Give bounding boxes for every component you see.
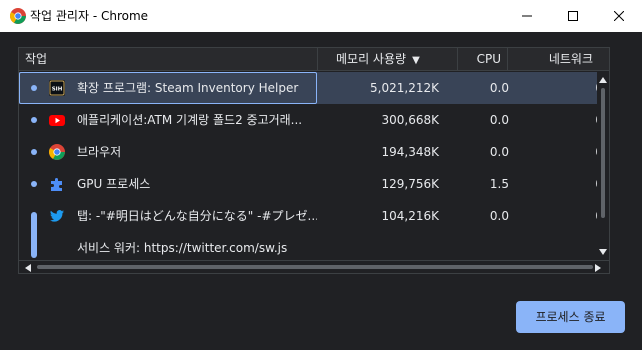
table-row[interactable]: GPU 프로세스 129,756K 1.5 0 bbox=[19, 168, 597, 200]
row-cpu: 0.0 bbox=[489, 113, 509, 127]
svg-text:SIH: SIH bbox=[52, 87, 63, 93]
close-button[interactable] bbox=[596, 0, 642, 32]
maximize-button[interactable] bbox=[550, 0, 596, 32]
scroll-down-icon[interactable] bbox=[597, 246, 609, 258]
close-icon bbox=[614, 11, 624, 21]
table-row[interactable]: 서비스 워커: https://twitter.com/sw.js bbox=[19, 232, 597, 260]
maximize-icon bbox=[568, 11, 578, 21]
row-title: 애플리케이션:ATM 기계랑 폴드2 중고거래... bbox=[77, 113, 303, 127]
puzzle-icon bbox=[51, 178, 62, 191]
end-process-button[interactable]: 프로세스 종료 bbox=[516, 301, 625, 333]
scroll-right-icon[interactable] bbox=[591, 261, 605, 274]
minimize-icon bbox=[522, 15, 532, 17]
row-network: 0 bbox=[507, 200, 597, 232]
table-row[interactable]: 탭: -"#明日はどんな自分になる" -#プレゼ... 104,216K 0.0… bbox=[19, 200, 597, 232]
chrome-logo-icon bbox=[10, 8, 26, 24]
table-header: 작업 메모리 사용량 ▼ CPU 네트워크 bbox=[19, 48, 609, 71]
process-table: 작업 메모리 사용량 ▼ CPU 네트워크 SIH 확장 프로그램: Steam … bbox=[18, 47, 610, 274]
horizontal-scroll-thumb[interactable] bbox=[37, 265, 593, 269]
row-title: 확장 프로그램: Steam Inventory Helper bbox=[77, 81, 299, 95]
process-group-dot bbox=[31, 117, 37, 123]
vertical-scrollbar[interactable] bbox=[597, 72, 609, 260]
row-memory: 194,348K bbox=[381, 145, 440, 159]
process-group-dot bbox=[31, 85, 37, 91]
row-network: 0 bbox=[507, 72, 597, 104]
column-header-task[interactable]: 작업 bbox=[25, 48, 47, 71]
row-memory: 129,756K bbox=[381, 177, 440, 191]
row-network: 0 bbox=[507, 104, 597, 136]
table-row[interactable]: 브라우저 194,348K 0.0 0 bbox=[19, 136, 597, 168]
row-title: 브라우저 bbox=[77, 145, 122, 159]
row-title: GPU 프로세스 bbox=[77, 177, 151, 191]
youtube-icon bbox=[49, 115, 65, 126]
process-group-dot bbox=[31, 181, 37, 187]
row-memory: 104,216K bbox=[381, 209, 440, 223]
scroll-up-icon[interactable] bbox=[597, 74, 609, 86]
row-network: 0 bbox=[507, 168, 597, 200]
column-header-memory-label: 메모리 사용량 bbox=[336, 52, 407, 66]
sort-descending-icon: ▼ bbox=[412, 55, 420, 66]
row-cpu: 0.0 bbox=[489, 209, 509, 223]
row-cpu: 0.0 bbox=[489, 145, 509, 159]
table-body: SIH 확장 프로그램: Steam Inventory Helper 5,02… bbox=[19, 72, 597, 260]
window-title: 작업 관리자 - Chrome bbox=[30, 9, 149, 23]
title-bar: 작업 관리자 - Chrome bbox=[0, 0, 642, 32]
vertical-scroll-thumb[interactable] bbox=[601, 88, 605, 218]
horizontal-scrollbar[interactable] bbox=[19, 260, 609, 273]
row-title: 탭: -"#明日はどんな自分になる" -#プレゼ... bbox=[77, 209, 317, 223]
row-memory: 5,021,212K bbox=[370, 81, 439, 95]
row-network: 0 bbox=[507, 136, 597, 168]
row-cpu: 1.5 bbox=[489, 177, 509, 191]
row-title: 서비스 워커: https://twitter.com/sw.js bbox=[77, 241, 288, 255]
table-row[interactable]: SIH 확장 프로그램: Steam Inventory Helper 5,02… bbox=[19, 72, 597, 104]
chrome-icon bbox=[49, 144, 65, 160]
row-cpu: 0.0 bbox=[489, 81, 509, 95]
column-header-cpu[interactable]: CPU bbox=[457, 48, 507, 71]
row-memory: 300,668K bbox=[381, 113, 440, 127]
minimize-button[interactable] bbox=[504, 0, 550, 32]
process-group-dot bbox=[31, 149, 37, 155]
scroll-left-icon[interactable] bbox=[21, 261, 35, 274]
table-row[interactable]: 애플리케이션:ATM 기계랑 폴드2 중고거래... 300,668K 0.0 … bbox=[19, 104, 597, 136]
column-header-network[interactable]: 네트워크 bbox=[507, 48, 599, 71]
column-header-memory[interactable]: 메모리 사용량 ▼ bbox=[317, 48, 457, 71]
twitter-icon bbox=[49, 210, 64, 222]
steam-inventory-helper-icon: SIH bbox=[49, 80, 65, 96]
